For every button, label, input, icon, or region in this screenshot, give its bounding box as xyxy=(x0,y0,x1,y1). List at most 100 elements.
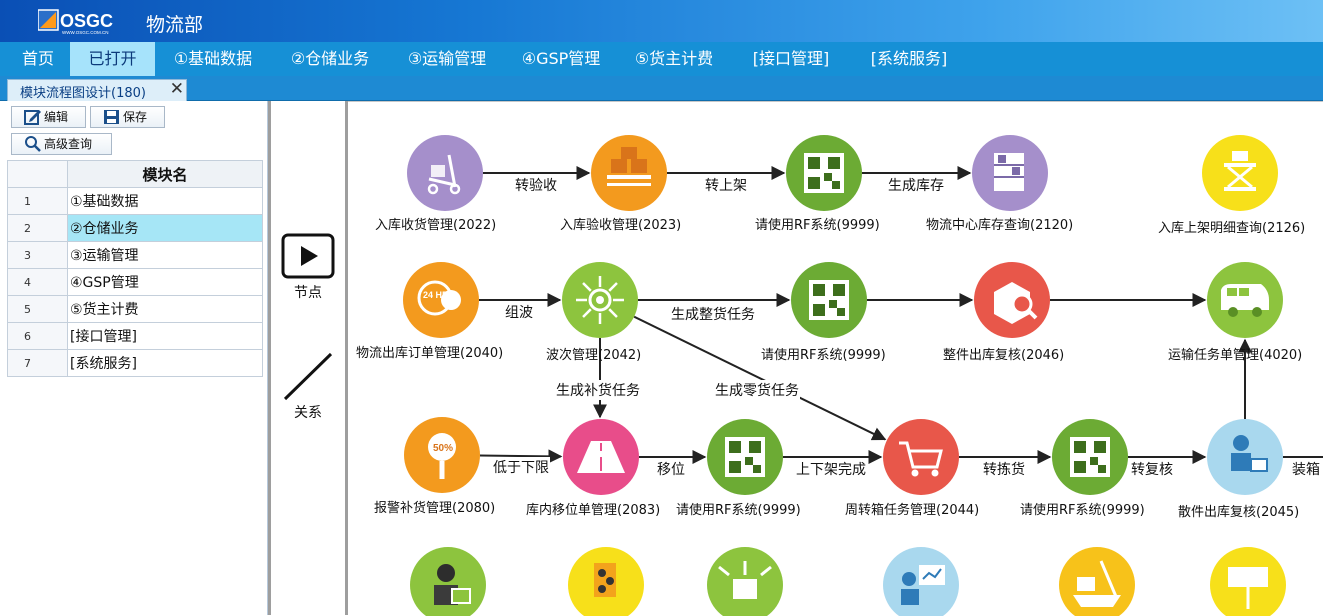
row-number: 3 xyxy=(7,241,68,269)
node-label: 入库收货管理(2022) xyxy=(375,218,497,233)
node-label: 请使用RF系统(9999) xyxy=(761,348,886,363)
flow-node[interactable] xyxy=(974,262,1050,338)
osgc-logo: OSGC WWW.OSGC.COM.CN xyxy=(38,9,113,35)
menu-item-basic-data[interactable]: ①基础数据 xyxy=(163,42,263,76)
menu-item-warehouse[interactable]: ②仓储业务 xyxy=(279,42,381,76)
flow-node[interactable] xyxy=(1210,547,1286,616)
module-name-header[interactable]: 模块名 xyxy=(67,160,263,188)
row-number: 4 xyxy=(7,268,68,296)
flow-node[interactable] xyxy=(1052,419,1128,495)
play-icon[interactable] xyxy=(281,233,335,279)
department-title: 物流部 xyxy=(146,14,204,36)
advanced-search-button[interactable]: 高级查询 xyxy=(11,133,112,155)
module-name-cell[interactable]: [系统服务] xyxy=(67,349,263,377)
flow-node[interactable]: 24 HRS xyxy=(403,262,479,338)
node-circle xyxy=(591,135,667,211)
menu-item-interface[interactable]: [接口管理] xyxy=(741,42,841,76)
node-label: 物流出库订单管理(2040) xyxy=(356,346,504,361)
qr-code-icon xyxy=(1070,437,1110,477)
table-row[interactable]: 7 [系统服务] xyxy=(7,349,263,377)
edge-label: 生成零货任务 xyxy=(714,380,800,400)
flow-node[interactable] xyxy=(707,419,783,495)
row-number-header xyxy=(7,160,68,188)
menu-item-system[interactable]: [系统服务] xyxy=(858,42,960,76)
qr-code-icon xyxy=(725,437,765,477)
flow-node[interactable] xyxy=(791,262,867,338)
module-name-cell[interactable]: ④GSP管理 xyxy=(67,268,263,296)
edit-label: 编辑 xyxy=(44,110,69,124)
flow-node[interactable] xyxy=(883,547,959,616)
node-tool-label[interactable]: 节点 xyxy=(271,282,345,302)
qr-code-icon xyxy=(809,280,849,320)
close-icon[interactable]: ✕ xyxy=(170,79,184,99)
edge-label: 转上架 xyxy=(704,175,748,195)
logo-text: OSGC xyxy=(60,11,113,31)
flow-node[interactable]: 50% xyxy=(404,417,480,493)
table-row[interactable]: 1 ①基础数据 xyxy=(7,187,263,215)
node-label: 请使用RF系统(9999) xyxy=(1020,503,1145,518)
main-menu: 首页 已打开 ①基础数据 ②仓储业务 ③运输管理 ④GSP管理 ⑤货主计费 [接… xyxy=(0,42,1323,76)
flow-node[interactable] xyxy=(1059,547,1135,616)
logo-subtext: WWW.OSGC.COM.CN xyxy=(62,30,109,35)
app-header: OSGC WWW.OSGC.COM.CN 物流部 xyxy=(0,0,1323,42)
flow-node[interactable] xyxy=(883,419,959,495)
node-label: 物流中心库存查询(2120) xyxy=(926,218,1074,233)
node-label: 散件出库复核(2045) xyxy=(1178,505,1300,520)
save-button[interactable]: 保存 xyxy=(90,106,165,128)
flow-node[interactable] xyxy=(972,135,1048,211)
table-row[interactable]: 3 ③运输管理 xyxy=(7,241,263,269)
flow-node[interactable] xyxy=(707,547,783,616)
save-icon xyxy=(104,110,119,124)
flow-node[interactable] xyxy=(1207,419,1283,495)
row-number: 1 xyxy=(7,187,68,215)
menu-item-billing[interactable]: ⑤货主计费 xyxy=(623,42,725,76)
menu-item-opened[interactable]: 已打开 xyxy=(70,42,155,76)
distribution-hub-icon xyxy=(576,276,624,324)
edge-label: 转拣货 xyxy=(982,459,1026,479)
edge-label: 组波 xyxy=(504,302,534,322)
tool-palette: 节点 关系 xyxy=(268,101,348,615)
edge-label: 低于下限 xyxy=(492,457,550,477)
table-row[interactable]: 4 ④GSP管理 xyxy=(7,268,263,296)
menu-item-home[interactable]: 首页 xyxy=(8,42,68,76)
node-label: 运输任务单管理(4020) xyxy=(1168,348,1303,363)
flow-node[interactable] xyxy=(562,262,638,338)
node-circle xyxy=(883,419,959,495)
flow-node[interactable] xyxy=(786,135,862,211)
edge-label: 转验收 xyxy=(514,175,558,195)
flow-edge[interactable] xyxy=(633,315,887,441)
relation-tool-label[interactable]: 关系 xyxy=(271,402,345,422)
edge-label: 生成库存 xyxy=(887,175,945,195)
table-row[interactable]: 5 ⑤货主计费 xyxy=(7,295,263,323)
node-label: 库内移位单管理(2083) xyxy=(526,503,661,518)
edit-button[interactable]: 编辑 xyxy=(11,106,86,128)
flow-node[interactable] xyxy=(1202,135,1278,211)
flow-node[interactable] xyxy=(591,135,667,211)
table-row-selected[interactable]: 2 ②仓储业务 xyxy=(7,214,263,242)
svg-text:50%: 50% xyxy=(433,443,453,454)
node-label: 报警补货管理(2080) xyxy=(374,501,496,516)
left-panel: 编辑 保存 高级查询 模块名 1 ①基础数据 2 ②仓储业务 3 ③运输管理 4… xyxy=(0,101,268,615)
line-icon[interactable] xyxy=(281,351,335,403)
module-name-cell[interactable]: [接口管理] xyxy=(67,322,263,350)
flow-node[interactable] xyxy=(563,419,639,495)
module-name-cell[interactable]: ②仓储业务 xyxy=(67,214,263,242)
edge-label: 生成补货任务 xyxy=(555,380,641,400)
edge-label: 转复核 xyxy=(1130,459,1174,479)
module-name-cell[interactable]: ③运输管理 xyxy=(67,241,263,269)
tab-module-flow[interactable]: 模块流程图设计(180) ✕ xyxy=(7,79,187,101)
flow-node[interactable] xyxy=(1207,262,1283,338)
flow-node[interactable] xyxy=(568,547,644,616)
menu-item-gsp[interactable]: ④GSP管理 xyxy=(512,42,610,76)
edge-label: 移位 xyxy=(656,459,686,479)
shelf-icon xyxy=(994,153,1024,191)
flow-node[interactable] xyxy=(410,547,486,616)
menu-item-transport[interactable]: ③运输管理 xyxy=(396,42,498,76)
flow-node[interactable] xyxy=(407,135,483,211)
search-icon xyxy=(25,136,41,152)
flow-canvas: 24 HRS 50% 转验收 转上架 生成库存 组波 生成整货任务 生成补货任务 生成零货任务… xyxy=(348,101,1323,616)
module-name-cell[interactable]: ⑤货主计费 xyxy=(67,295,263,323)
module-name-cell[interactable]: ①基础数据 xyxy=(67,187,263,215)
document-hand-icon xyxy=(594,563,616,597)
table-row[interactable]: 6 [接口管理] xyxy=(7,322,263,350)
